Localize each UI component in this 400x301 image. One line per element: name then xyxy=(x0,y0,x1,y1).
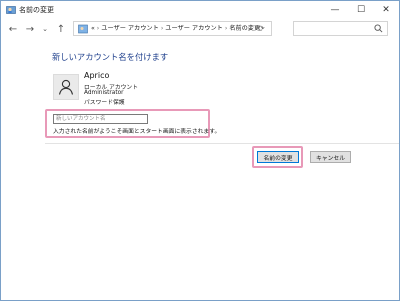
address-dropdown-chevron-icon[interactable]: ⌄ xyxy=(247,22,252,35)
user-avatar xyxy=(53,74,79,100)
close-button[interactable]: ✕ xyxy=(373,1,399,19)
user-silhouette-icon xyxy=(58,79,74,95)
back-arrow-icon[interactable]: ← xyxy=(6,22,20,36)
window-title: 名前の変更 xyxy=(19,6,54,14)
breadcrumb-separator: › xyxy=(224,25,228,32)
address-bar[interactable]: «› ユーザー アカウント › ユーザー アカウント › 名前の変更 ⌄ ⟳ xyxy=(73,21,272,36)
new-account-name-input[interactable] xyxy=(53,114,148,124)
cancel-button[interactable]: キャンセル xyxy=(310,151,351,163)
breadcrumb-item-user-accounts-1[interactable]: ユーザー アカウント xyxy=(101,25,159,32)
maximize-button[interactable]: ☐ xyxy=(348,1,374,19)
breadcrumb-item-user-accounts-2[interactable]: ユーザー アカウント xyxy=(165,25,223,32)
breadcrumb-separator: › xyxy=(160,25,164,32)
password-protection-status: パスワード保護 xyxy=(84,100,125,106)
breadcrumb-separator: › xyxy=(96,25,100,32)
breadcrumb: «› ユーザー アカウント › ユーザー アカウント › 名前の変更 xyxy=(91,22,260,35)
navigation-bar: ← → ⌄ ↑ «› ユーザー アカウント › ユーザー アカウント › 名前の変更 ⌄ … xyxy=(1,19,399,39)
page-heading: 新しいアカウント名を付けます xyxy=(52,52,169,62)
refresh-icon[interactable]: ⟳ xyxy=(258,22,265,35)
title-bar: 名前の変更 — ☐ ✕ xyxy=(1,1,399,19)
control-panel-icon xyxy=(78,24,88,34)
search-icon xyxy=(374,24,383,33)
rename-account-window: 名前の変更 — ☐ ✕ ← → ⌄ ↑ «› ユーザー アカウント › ユーザー アカ… xyxy=(0,0,400,301)
up-arrow-icon[interactable]: ↑ xyxy=(54,22,68,36)
search-box[interactable] xyxy=(293,21,388,36)
rename-button[interactable]: 名前の変更 xyxy=(257,151,299,163)
user-name: Aprico xyxy=(84,71,110,80)
minimize-button[interactable]: — xyxy=(322,1,348,19)
name-hint-text: 入力された名前がようこそ画面とスタート画面に表示されます。 xyxy=(53,129,221,135)
recent-locations-chevron-icon[interactable]: ⌄ xyxy=(38,22,52,36)
breadcrumb-overflow[interactable]: « xyxy=(91,25,95,32)
divider xyxy=(45,143,399,144)
breadcrumb-item-rename[interactable]: 名前の変更 xyxy=(229,25,260,32)
account-role: Administrator xyxy=(84,89,124,96)
forward-arrow-icon[interactable]: → xyxy=(23,22,37,36)
user-accounts-app-icon xyxy=(6,6,16,14)
